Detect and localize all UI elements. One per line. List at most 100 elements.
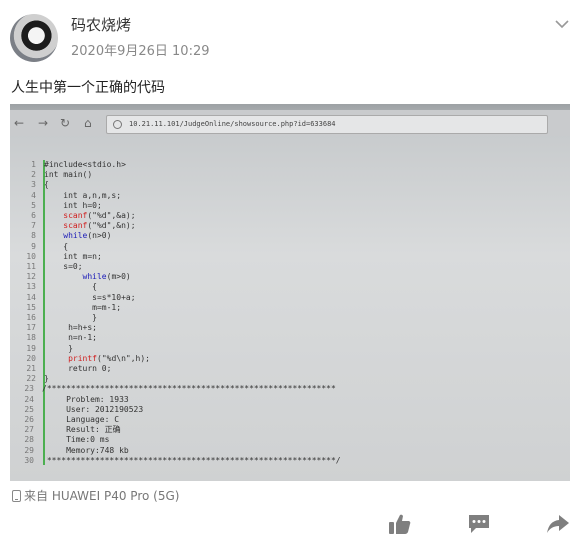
code-line: 12 while(m>0): [22, 272, 131, 282]
code-line: 21 return 0;: [22, 364, 111, 374]
code-line: 17 h=h+s;: [22, 323, 97, 333]
line-number: 11: [26, 262, 36, 271]
line-number: 4: [31, 190, 36, 200]
code-text: User: 2012190523: [42, 404, 144, 414]
code-text: scanf("%d",&a);: [63, 211, 136, 220]
line-number: 26: [24, 415, 34, 424]
code-line: 22}: [22, 374, 49, 384]
refresh-icon: ↻: [60, 116, 71, 130]
line-number: 9: [31, 241, 36, 251]
line-number: 24: [24, 394, 34, 404]
line-number: 2: [31, 170, 36, 180]
line-number: 27: [24, 425, 34, 435]
address-bar: 10.21.11.101/JudgeOnline/showsource.php?…: [106, 115, 548, 134]
code-text: Language: C: [42, 415, 120, 424]
thumbs-up-icon[interactable]: [388, 513, 412, 535]
code-line: 29 Memory:748 kb: [20, 445, 129, 456]
line-number: 25: [24, 404, 34, 414]
code-text: h=h+s;: [44, 323, 97, 333]
code-line: 23 /*************************************…: [20, 384, 336, 394]
post-photo[interactable]: ← → ↻ ⌂ 10.21.11.101/JudgeOnline/showsou…: [10, 104, 570, 481]
code-text: Problem: 1933: [42, 394, 129, 404]
code-text: int m=n;: [44, 251, 102, 261]
code-line: 19 }: [22, 344, 73, 354]
line-number: 22: [26, 374, 36, 384]
code-line: 5 int h=0;: [22, 201, 102, 211]
code-text: {: [44, 180, 49, 190]
code-line: 24 Problem: 1933: [20, 394, 129, 405]
line-number: 17: [26, 323, 36, 333]
code-line: 20 printf("%d\n",h);: [22, 354, 150, 364]
line-number: 1: [31, 160, 36, 169]
code-text: int a,n,m,s;: [44, 190, 122, 200]
code-line: 15 m=m-1;: [22, 303, 121, 313]
line-number: 23: [24, 384, 34, 394]
code-line: 13 {: [22, 282, 97, 292]
line-number: 5: [31, 200, 36, 210]
code-text: s=s*10+a;: [44, 292, 136, 302]
code-line: 25 User: 2012190523: [20, 405, 143, 415]
line-number: 14: [26, 292, 36, 302]
line-number: 12: [26, 272, 36, 282]
code-text: }: [44, 374, 49, 384]
line-number: 18: [26, 333, 36, 343]
comment-icon[interactable]: [467, 513, 491, 535]
code-text: ****************************************…: [42, 455, 341, 465]
code-text: scanf("%d",&n);: [63, 221, 136, 231]
code-text: }: [44, 313, 97, 322]
line-number: 7: [31, 221, 36, 231]
code-text: int main(): [44, 170, 93, 180]
line-number: 8: [31, 231, 36, 241]
info-icon: [113, 120, 122, 129]
code-line: 14 s=s*10+a;: [22, 292, 136, 303]
code-text: {: [44, 282, 97, 292]
code-text: printf("%d\n",h);: [68, 353, 150, 363]
code-text: return 0;: [44, 364, 112, 373]
username[interactable]: 码农烧烤: [71, 14, 131, 35]
code-line: 28 Time:0 ms: [20, 435, 109, 445]
line-number: 30: [24, 455, 34, 465]
device-source: 来自 HUAWEI P40 Pro (5G): [12, 487, 179, 504]
browser-toolbar: ← → ↻ ⌂ 10.21.11.101/JudgeOnline/showsou…: [10, 110, 570, 136]
line-number: 29: [24, 445, 34, 455]
post-text: 人生中第一个正确的代码: [11, 80, 165, 96]
line-number: 16: [26, 313, 36, 322]
phone-icon: [12, 490, 21, 502]
line-number: 19: [26, 343, 36, 353]
line-number: 13: [26, 282, 36, 292]
code-text: Result: 正确: [42, 425, 121, 435]
code-line: 4 int a,n,m,s;: [22, 191, 121, 201]
code-line: 3{: [22, 180, 49, 190]
code-line: 11 s=0;: [22, 262, 83, 272]
line-number: 21: [26, 364, 36, 373]
chevron-down-icon[interactable]: [552, 14, 572, 34]
code-text: Memory:748 kb: [42, 445, 129, 455]
code-text: s=0;: [44, 262, 83, 271]
source-code: 1 #include<stdio.h> 2 int main() 3{4 int a,n…: [22, 160, 562, 475]
code-text: m=m-1;: [44, 302, 122, 312]
avatar[interactable]: [10, 14, 58, 62]
code-line: 7 scanf("%d",&n);: [22, 221, 136, 231]
post-timestamp[interactable]: 2020年9月26日 10:29: [71, 40, 210, 59]
code-text: /***************************************…: [42, 384, 336, 394]
code-line: 27 Result: 正确: [20, 425, 121, 435]
code-text: while(n>0): [63, 231, 112, 241]
line-number: 20: [26, 353, 36, 363]
code-text: }: [44, 343, 73, 353]
code-line: 26 Language: C: [20, 415, 119, 425]
code-line: 2 int main(): [22, 170, 92, 180]
code-text: {: [44, 241, 69, 251]
code-text: int h=0;: [44, 200, 102, 210]
address-bar-url: 10.21.11.101/JudgeOnline/showsource.php?…: [129, 120, 336, 128]
code-line: 16 }: [22, 313, 97, 323]
code-line: 8 while(n>0): [22, 231, 111, 241]
line-number: 28: [24, 435, 34, 445]
code-line: 10 int m=n;: [22, 251, 102, 262]
share-icon[interactable]: [546, 513, 570, 535]
post-header: 码农烧烤 2020年9月26日 10:29: [0, 0, 583, 70]
line-number: 3: [31, 180, 36, 190]
line-number: 10: [26, 251, 36, 261]
line-number: 15: [26, 302, 36, 312]
forward-arrow-icon: →: [38, 116, 49, 130]
code-text: while(m>0): [82, 272, 131, 282]
